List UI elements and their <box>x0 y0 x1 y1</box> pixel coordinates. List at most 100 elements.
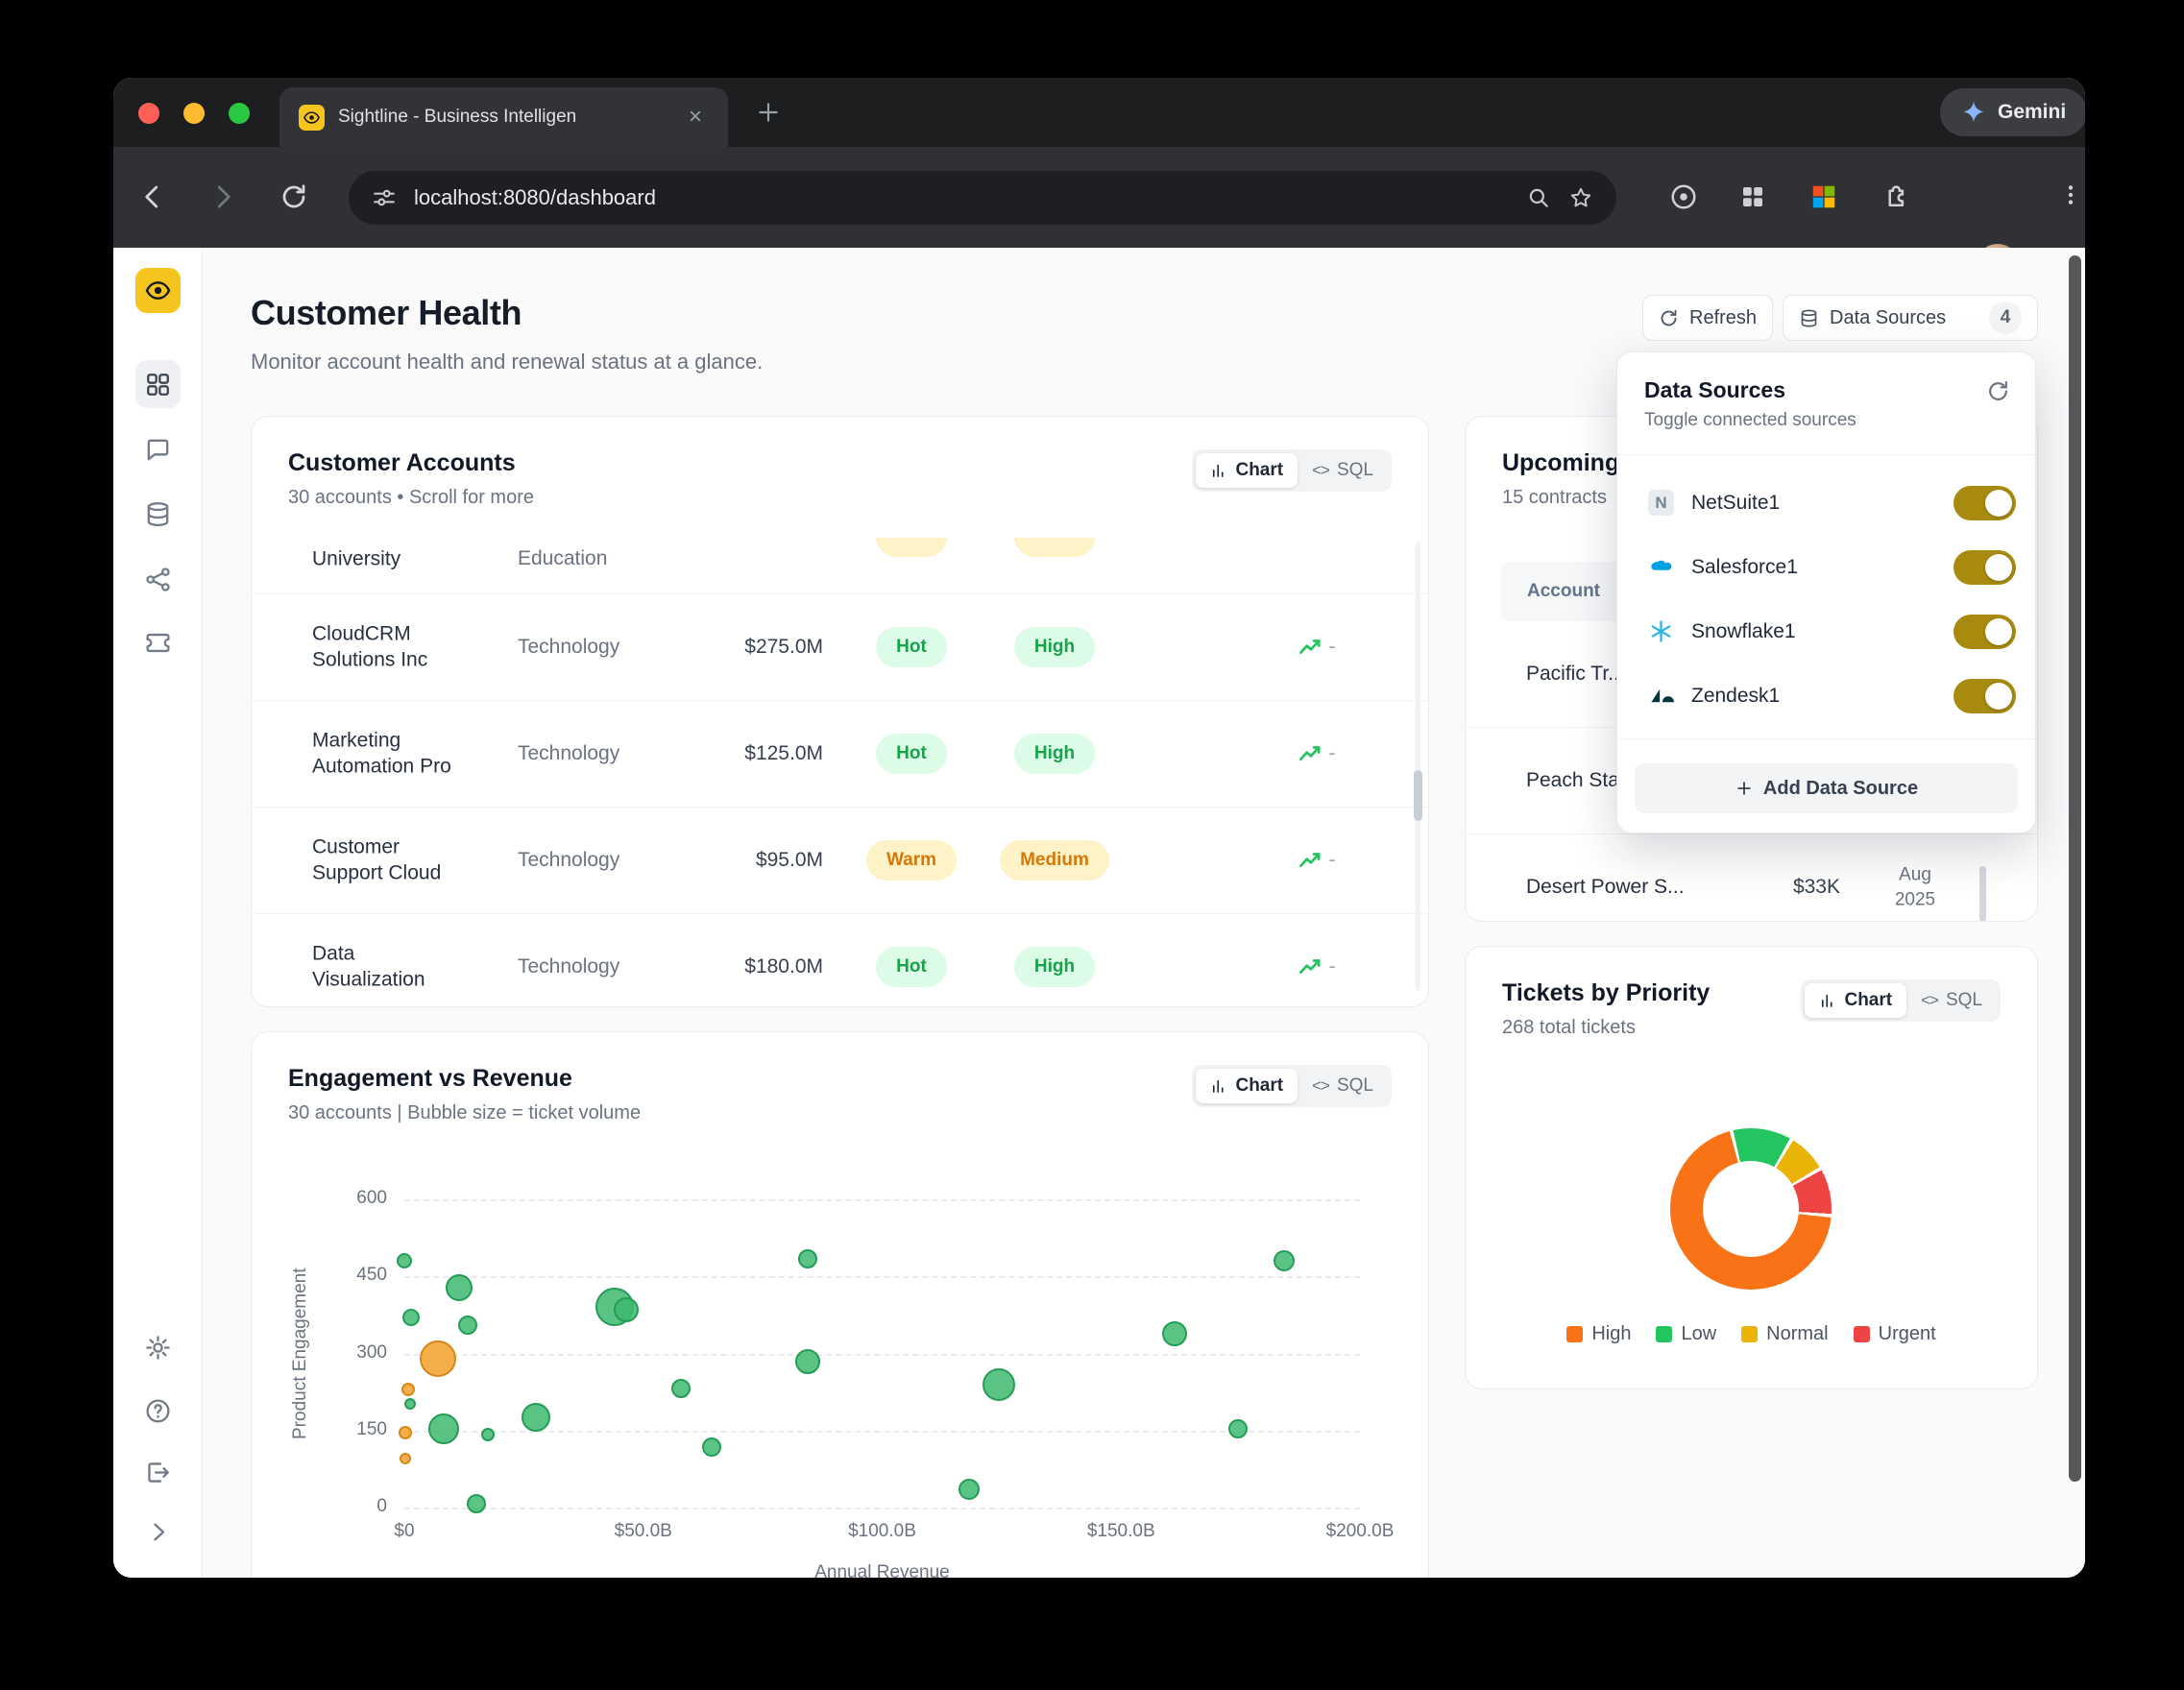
bubble-point[interactable] <box>402 1309 420 1326</box>
refresh-button[interactable]: Refresh <box>1642 295 1773 341</box>
bubble-point[interactable] <box>522 1403 550 1432</box>
bubble-point[interactable] <box>397 1253 412 1268</box>
priority-badge: High <box>1014 734 1095 774</box>
bubble-point[interactable] <box>399 1426 412 1439</box>
bubble-point[interactable] <box>798 1249 817 1268</box>
bubble-point[interactable] <box>467 1494 486 1513</box>
minimize-window-button[interactable] <box>183 103 205 124</box>
account-name: Marketing Automation Pro <box>312 728 466 781</box>
gemini-button[interactable]: Gemini <box>1940 88 2085 136</box>
bubble-point[interactable] <box>481 1428 495 1441</box>
site-settings-icon[interactable] <box>372 185 397 210</box>
url-bar[interactable]: localhost:8080/dashboard <box>349 171 1616 225</box>
table-row[interactable]: Data VisualizationTechnology$180.0MHotHi… <box>252 913 1428 1006</box>
gridline <box>404 1276 1360 1278</box>
bubble-point[interactable] <box>458 1316 477 1335</box>
page-scrollbar-thumb[interactable] <box>2069 255 2081 1482</box>
menu-kebab-icon[interactable] <box>2058 182 2083 207</box>
page-content: Customer Health Monitor account health a… <box>113 248 2085 1578</box>
data-sources-count-badge: 4 <box>1989 302 2022 334</box>
chart-view-button[interactable]: Chart <box>1805 983 1906 1018</box>
data-source-toggle[interactable] <box>1953 550 2016 585</box>
card-subtitle: 15 contracts <box>1502 487 1619 509</box>
card-title: Tickets by Priority <box>1502 979 1710 1007</box>
data-sources-button[interactable]: Data Sources 4 <box>1783 295 2038 341</box>
sidebar-item-data[interactable] <box>135 492 181 537</box>
bubble-point[interactable] <box>1162 1321 1187 1346</box>
view-toggle: Chart <> SQL <box>1801 979 2001 1022</box>
view-toggle: Chart <> SQL <box>1192 449 1392 492</box>
zoom-window-button[interactable] <box>229 103 250 124</box>
accounts-rows: UniversityEducationCloudCRM Solutions In… <box>252 538 1428 1006</box>
new-tab-button[interactable] <box>749 93 788 132</box>
renewals-scrollbar-thumb[interactable] <box>1979 866 1986 922</box>
extension-circle-icon[interactable] <box>1669 182 1698 211</box>
sightline-logo-eye-icon[interactable] <box>135 268 181 313</box>
bubble-point[interactable] <box>671 1379 691 1398</box>
tab-close-icon[interactable]: × <box>682 104 709 131</box>
table-row[interactable]: Marketing Automation ProTechnology$125.0… <box>252 700 1428 807</box>
data-source-toggle[interactable] <box>1953 615 2016 649</box>
sidebar-item-tickets[interactable] <box>135 620 181 665</box>
bubble-point[interactable] <box>404 1398 416 1410</box>
sidebar-expand-chevron-icon[interactable] <box>135 1509 181 1555</box>
nodes-icon <box>144 566 172 593</box>
chart-view-button[interactable]: Chart <box>1196 453 1298 488</box>
data-source-toggle[interactable] <box>1953 679 2016 713</box>
bubble-point[interactable] <box>401 1383 415 1396</box>
sidebar-item-integrations[interactable] <box>135 557 181 602</box>
bubble-point[interactable] <box>420 1340 456 1377</box>
chart-view-label: Chart <box>1844 990 1892 1011</box>
data-sources-button-label: Data Sources <box>1830 307 1946 329</box>
account-value: $95.0M <box>655 849 823 872</box>
renewal-row[interactable]: Desert Power S...$33KAug2025 <box>1466 834 2037 922</box>
bar-chart-icon <box>1819 992 1836 1009</box>
divider <box>1617 454 2035 455</box>
sidebar-item-help[interactable] <box>135 1388 181 1434</box>
bubble-point[interactable] <box>400 1453 411 1464</box>
bubble-point[interactable] <box>428 1413 459 1444</box>
bubble-point[interactable] <box>614 1297 639 1322</box>
sidebar-item-chat[interactable] <box>135 427 181 472</box>
table-row[interactable]: UniversityEducation <box>252 538 1428 593</box>
bubble-point[interactable] <box>1228 1419 1248 1438</box>
legend-item: Low <box>1656 1323 1716 1345</box>
accounts-scrollbar-thumb[interactable] <box>1414 770 1422 821</box>
toggle-knob <box>1985 618 2012 645</box>
panel-refresh-icon[interactable] <box>1986 379 2010 403</box>
database-icon <box>144 500 172 528</box>
bubble-point[interactable] <box>446 1274 473 1301</box>
bubble-point[interactable] <box>795 1349 820 1374</box>
bubble-point[interactable] <box>1274 1250 1295 1271</box>
sidebar-item-settings[interactable] <box>135 1325 181 1370</box>
browser-tab[interactable]: Sightline - Business Intelligen × <box>279 87 728 147</box>
card-title: Engagement vs Revenue <box>288 1065 641 1093</box>
back-icon[interactable] <box>138 182 167 211</box>
table-row[interactable]: Customer Support CloudTechnology$95.0MWa… <box>252 807 1428 913</box>
sql-view-button[interactable]: <> SQL <box>1298 453 1388 488</box>
extensions-puzzle-icon[interactable] <box>1881 182 1910 211</box>
bubble-point[interactable] <box>702 1437 721 1457</box>
chart-view-button[interactable]: Chart <box>1196 1069 1298 1103</box>
bubble-point[interactable] <box>959 1479 980 1500</box>
add-data-source-button[interactable]: Add Data Source <box>1635 763 2018 813</box>
sidebar-item-dashboard[interactable] <box>135 360 181 408</box>
data-source-toggle[interactable] <box>1953 486 2016 520</box>
bubble-point[interactable] <box>983 1368 1015 1401</box>
gridline <box>404 1199 1360 1201</box>
sql-view-label: SQL <box>1337 1075 1373 1097</box>
close-window-button[interactable] <box>138 103 159 124</box>
reload-icon[interactable] <box>279 182 308 211</box>
sql-view-button[interactable]: <> SQL <box>1906 983 1997 1018</box>
refresh-icon <box>1659 308 1679 328</box>
accounts-scrollbar-track[interactable] <box>1416 542 1420 991</box>
sidebar-item-logout[interactable] <box>135 1450 181 1495</box>
table-row[interactable]: CloudCRM Solutions IncTechnology$275.0MH… <box>252 593 1428 700</box>
bookmark-star-icon[interactable] <box>1568 185 1593 210</box>
lens-search-icon[interactable] <box>1526 185 1551 210</box>
data-source-rows: NNetSuite1Salesforce1Snowflake1Zendesk1 <box>1617 471 2035 728</box>
microsoft-extension-icon[interactable] <box>1809 182 1838 211</box>
sql-view-button[interactable]: <> SQL <box>1298 1069 1388 1103</box>
grid-icon[interactable] <box>1738 182 1767 211</box>
forward-icon[interactable] <box>208 182 237 211</box>
